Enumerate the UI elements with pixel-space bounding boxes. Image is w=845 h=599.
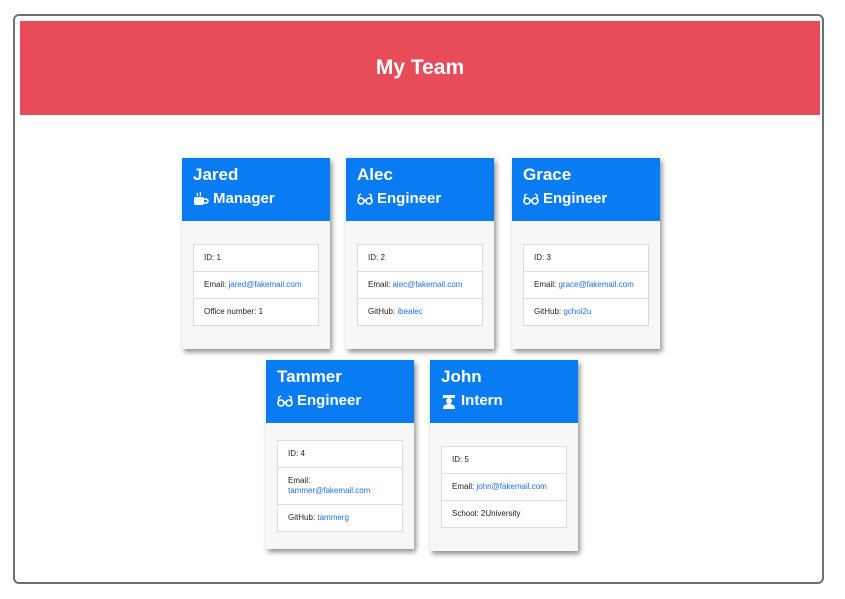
employee-card: Tammer Engineer ID: 4 Email: tammer@fakem… bbox=[266, 360, 414, 549]
employee-name: Tammer bbox=[277, 367, 342, 386]
list-item-email: Email: jared@fakemail.com bbox=[194, 271, 318, 298]
employee-role: Engineer bbox=[277, 391, 403, 411]
role-label: Intern bbox=[461, 392, 503, 409]
role-label: Engineer bbox=[543, 190, 608, 207]
card-body: ID: 3 Email: grace@fakemail.com GitHub: … bbox=[512, 221, 660, 349]
email-link[interactable]: grace@fakemail.com bbox=[558, 280, 633, 289]
list-item-email: Email: tammer@fakemail.com bbox=[278, 467, 402, 504]
card-body: ID: 2 Email: alec@fakemail.com GitHub: i… bbox=[346, 221, 494, 349]
school-label: School: bbox=[452, 509, 479, 518]
employee-role: Engineer bbox=[523, 189, 649, 209]
email-link[interactable]: tammer@fakemail.com bbox=[288, 486, 370, 495]
id-value: 4 bbox=[300, 449, 305, 458]
employee-role: Intern bbox=[441, 391, 567, 411]
id-label: ID: bbox=[204, 253, 215, 262]
glasses-icon bbox=[277, 394, 294, 409]
email-label: Email: bbox=[534, 280, 557, 289]
details-list: ID: 1 Email: jared@fakemail.com Office n… bbox=[193, 244, 319, 326]
list-item-id: ID: 1 bbox=[194, 245, 318, 271]
role-label: Engineer bbox=[377, 190, 442, 207]
employee-role: Manager bbox=[193, 189, 319, 209]
list-item-id: ID: 5 bbox=[442, 447, 566, 473]
page-header: My Team bbox=[20, 21, 820, 115]
list-item-school: School: 2University bbox=[442, 500, 566, 527]
github-label: GitHub: bbox=[534, 307, 562, 316]
employee-card: Alec Engineer ID: 2 Email: alec@fakemail… bbox=[346, 158, 494, 349]
employee-name: John bbox=[441, 367, 482, 386]
id-label: ID: bbox=[288, 449, 299, 458]
employee-card: John Intern ID: 5 Email: john@fakemail.c… bbox=[430, 360, 578, 551]
list-item-email: Email: john@fakemail.com bbox=[442, 473, 566, 500]
id-value: 5 bbox=[464, 455, 469, 464]
office-label: Office number: bbox=[204, 307, 257, 316]
page-title: My Team bbox=[375, 56, 465, 79]
id-label: ID: bbox=[368, 253, 379, 262]
email-label: Email: bbox=[368, 280, 391, 289]
employee-name: Jared bbox=[193, 165, 239, 184]
list-item-github: GitHub: ibealec bbox=[358, 298, 482, 325]
details-list: ID: 4 Email: tammer@fakemail.com GitHub: … bbox=[277, 440, 403, 532]
id-value: 3 bbox=[546, 253, 551, 262]
github-label: GitHub: bbox=[288, 513, 316, 522]
list-item-email: Email: alec@fakemail.com bbox=[358, 271, 482, 298]
email-label: Email: bbox=[204, 280, 227, 289]
card-header: Jared Manager bbox=[182, 158, 330, 221]
list-item-github: GitHub: gchoi2u bbox=[524, 298, 648, 325]
list-item-office: Office number: 1 bbox=[194, 298, 318, 325]
details-list: ID: 3 Email: grace@fakemail.com GitHub: … bbox=[523, 244, 649, 326]
id-value: 1 bbox=[216, 253, 221, 262]
github-link[interactable]: tammerg bbox=[317, 513, 349, 522]
list-item-id: ID: 4 bbox=[278, 441, 402, 467]
email-label: Email: bbox=[452, 482, 475, 491]
card-header: Grace Engineer bbox=[512, 158, 660, 221]
card-body: ID: 1 Email: jared@fakemail.com Office n… bbox=[182, 221, 330, 349]
graduate-icon bbox=[441, 394, 458, 409]
details-list: ID: 2 Email: alec@fakemail.com GitHub: i… bbox=[357, 244, 483, 326]
github-link[interactable]: gchoi2u bbox=[563, 307, 591, 316]
details-list: ID: 5 Email: john@fakemail.com School: 2… bbox=[441, 446, 567, 528]
glasses-icon bbox=[523, 192, 540, 207]
employee-card: Grace Engineer ID: 3 Email: grace@fakema… bbox=[512, 158, 660, 349]
role-label: Engineer bbox=[297, 392, 362, 409]
email-label: Email: bbox=[288, 476, 311, 485]
mug-icon bbox=[193, 191, 210, 207]
github-link[interactable]: ibealec bbox=[397, 307, 422, 316]
employee-card: Jared Manager ID: 1 Email: jared@fakemai… bbox=[182, 158, 330, 349]
list-item-github: GitHub: tammerg bbox=[278, 504, 402, 531]
list-item-id: ID: 2 bbox=[358, 245, 482, 271]
email-link[interactable]: john@fakemail.com bbox=[476, 482, 546, 491]
card-body: ID: 5 Email: john@fakemail.com School: 2… bbox=[430, 423, 578, 551]
github-label: GitHub: bbox=[368, 307, 396, 316]
list-item-email: Email: grace@fakemail.com bbox=[524, 271, 648, 298]
card-header: Alec Engineer bbox=[346, 158, 494, 221]
role-label: Manager bbox=[213, 190, 275, 207]
email-link[interactable]: jared@fakemail.com bbox=[228, 280, 301, 289]
employee-name: Grace bbox=[523, 165, 572, 184]
email-link[interactable]: alec@fakemail.com bbox=[392, 280, 462, 289]
school-value: 2University bbox=[480, 509, 521, 518]
office-value: 1 bbox=[258, 307, 264, 316]
id-value: 2 bbox=[380, 253, 385, 262]
card-body: ID: 4 Email: tammer@fakemail.com GitHub: … bbox=[266, 423, 414, 549]
card-header: Tammer Engineer bbox=[266, 360, 414, 423]
card-header: John Intern bbox=[430, 360, 578, 423]
employee-name: Alec bbox=[357, 165, 393, 184]
id-label: ID: bbox=[452, 455, 463, 464]
list-item-id: ID: 3 bbox=[524, 245, 648, 271]
id-label: ID: bbox=[534, 253, 545, 262]
glasses-icon bbox=[357, 192, 374, 207]
employee-role: Engineer bbox=[357, 189, 483, 209]
